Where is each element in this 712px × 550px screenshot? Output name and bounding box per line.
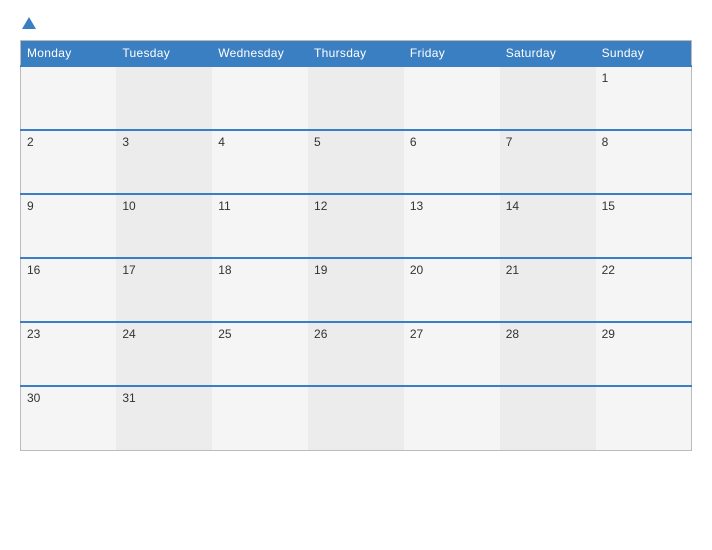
calendar-header-thursday: Thursday bbox=[308, 41, 404, 67]
calendar-day-cell bbox=[212, 386, 308, 450]
calendar-day-cell: 5 bbox=[308, 130, 404, 194]
day-number: 10 bbox=[122, 199, 135, 213]
day-number: 26 bbox=[314, 327, 327, 341]
day-number: 20 bbox=[410, 263, 423, 277]
day-number: 29 bbox=[602, 327, 615, 341]
calendar-day-cell: 1 bbox=[596, 66, 692, 130]
day-number: 5 bbox=[314, 135, 321, 149]
day-number: 12 bbox=[314, 199, 327, 213]
day-number: 18 bbox=[218, 263, 231, 277]
calendar-day-cell: 6 bbox=[404, 130, 500, 194]
calendar-day-cell bbox=[404, 386, 500, 450]
day-number: 27 bbox=[410, 327, 423, 341]
day-number: 17 bbox=[122, 263, 135, 277]
page-header bbox=[20, 18, 692, 30]
calendar-day-cell bbox=[596, 386, 692, 450]
calendar-week-row: 1 bbox=[21, 66, 692, 130]
calendar-day-cell: 23 bbox=[21, 322, 117, 386]
calendar-day-cell bbox=[308, 66, 404, 130]
calendar-day-cell bbox=[500, 66, 596, 130]
calendar-day-cell bbox=[21, 66, 117, 130]
calendar-day-cell: 29 bbox=[596, 322, 692, 386]
calendar-day-cell: 10 bbox=[116, 194, 212, 258]
calendar-day-cell: 2 bbox=[21, 130, 117, 194]
calendar-header-saturday: Saturday bbox=[500, 41, 596, 67]
calendar-table: MondayTuesdayWednesdayThursdayFridaySatu… bbox=[20, 40, 692, 451]
day-number: 24 bbox=[122, 327, 135, 341]
calendar-week-row: 16 17 18 19 20 21 22 bbox=[21, 258, 692, 322]
day-number: 31 bbox=[122, 391, 135, 405]
day-number: 22 bbox=[602, 263, 615, 277]
calendar-header-row: MondayTuesdayWednesdayThursdayFridaySatu… bbox=[21, 41, 692, 67]
calendar-week-row: 9 10 11 12 13 14 15 bbox=[21, 194, 692, 258]
day-number: 4 bbox=[218, 135, 225, 149]
day-number: 16 bbox=[27, 263, 40, 277]
calendar-day-cell: 21 bbox=[500, 258, 596, 322]
logo-triangle-icon bbox=[22, 17, 36, 29]
calendar-day-cell: 18 bbox=[212, 258, 308, 322]
calendar-day-cell: 25 bbox=[212, 322, 308, 386]
calendar-day-cell: 16 bbox=[21, 258, 117, 322]
calendar-week-row: 2 3 4 5 6 7 8 bbox=[21, 130, 692, 194]
calendar-day-cell: 30 bbox=[21, 386, 117, 450]
day-number: 30 bbox=[27, 391, 40, 405]
logo bbox=[20, 18, 36, 30]
day-number: 7 bbox=[506, 135, 513, 149]
day-number: 9 bbox=[27, 199, 34, 213]
calendar-week-row: 23 24 25 26 27 28 29 bbox=[21, 322, 692, 386]
day-number: 21 bbox=[506, 263, 519, 277]
calendar-day-cell: 24 bbox=[116, 322, 212, 386]
calendar-day-cell: 14 bbox=[500, 194, 596, 258]
calendar-header-monday: Monday bbox=[21, 41, 117, 67]
calendar-day-cell: 13 bbox=[404, 194, 500, 258]
day-number: 19 bbox=[314, 263, 327, 277]
calendar-week-row: 30 31 bbox=[21, 386, 692, 450]
day-number: 25 bbox=[218, 327, 231, 341]
calendar-page: MondayTuesdayWednesdayThursdayFridaySatu… bbox=[0, 0, 712, 550]
calendar-day-cell: 17 bbox=[116, 258, 212, 322]
calendar-day-cell: 19 bbox=[308, 258, 404, 322]
calendar-day-cell: 28 bbox=[500, 322, 596, 386]
day-number: 8 bbox=[602, 135, 609, 149]
calendar-day-cell: 7 bbox=[500, 130, 596, 194]
calendar-day-cell bbox=[308, 386, 404, 450]
calendar-day-cell: 8 bbox=[596, 130, 692, 194]
calendar-day-cell bbox=[116, 66, 212, 130]
calendar-day-cell: 31 bbox=[116, 386, 212, 450]
day-number: 28 bbox=[506, 327, 519, 341]
calendar-day-cell: 27 bbox=[404, 322, 500, 386]
day-number: 11 bbox=[218, 199, 230, 213]
calendar-header-friday: Friday bbox=[404, 41, 500, 67]
calendar-day-cell: 20 bbox=[404, 258, 500, 322]
calendar-day-cell bbox=[500, 386, 596, 450]
calendar-day-cell: 4 bbox=[212, 130, 308, 194]
calendar-day-cell: 26 bbox=[308, 322, 404, 386]
calendar-day-cell: 12 bbox=[308, 194, 404, 258]
day-number: 3 bbox=[122, 135, 129, 149]
calendar-day-cell bbox=[212, 66, 308, 130]
calendar-header-tuesday: Tuesday bbox=[116, 41, 212, 67]
calendar-day-cell: 9 bbox=[21, 194, 117, 258]
calendar-header-wednesday: Wednesday bbox=[212, 41, 308, 67]
calendar-day-cell: 11 bbox=[212, 194, 308, 258]
calendar-header-sunday: Sunday bbox=[596, 41, 692, 67]
calendar-day-cell: 15 bbox=[596, 194, 692, 258]
day-number: 13 bbox=[410, 199, 423, 213]
calendar-day-cell: 3 bbox=[116, 130, 212, 194]
calendar-day-cell bbox=[404, 66, 500, 130]
day-number: 1 bbox=[602, 71, 609, 85]
day-number: 23 bbox=[27, 327, 40, 341]
day-number: 15 bbox=[602, 199, 615, 213]
day-number: 2 bbox=[27, 135, 34, 149]
day-number: 14 bbox=[506, 199, 519, 213]
calendar-day-cell: 22 bbox=[596, 258, 692, 322]
day-number: 6 bbox=[410, 135, 417, 149]
